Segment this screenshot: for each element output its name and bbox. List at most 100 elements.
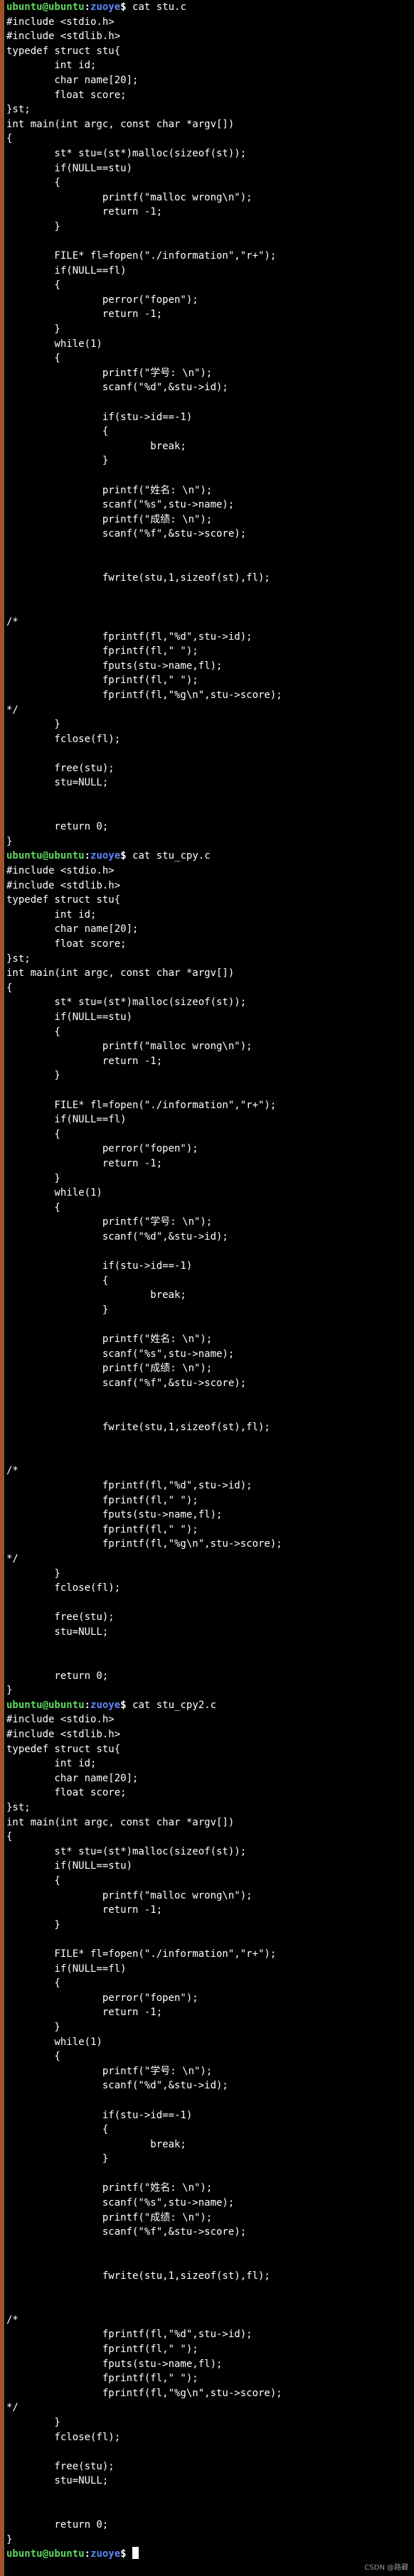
code-line: scanf("%s",stu->name); <box>6 1348 235 1360</box>
code-line: /* <box>6 2314 18 2326</box>
code-line: fwrite(stu,1,sizeof(st),fl); <box>6 2270 270 2282</box>
code-line: fprintf(fl,"%d",stu->id); <box>6 630 253 643</box>
code-line: } <box>6 220 60 232</box>
code-line: if(stu->id==-1) <box>6 1260 193 1272</box>
code-line: free(stu); <box>6 762 115 774</box>
code-line: fprintf(fl," "); <box>6 2344 198 2355</box>
code-line: */ <box>6 704 18 716</box>
code-line: int main(int argc, const char *argv[]) <box>6 1816 235 1828</box>
code-line: if(stu->id==-1) <box>6 2109 193 2121</box>
prompt-path: zuoye <box>90 1 121 13</box>
code-line: char name[20]; <box>6 74 139 86</box>
code-line: break; <box>6 1289 186 1302</box>
code-line: st* stu=(st*)malloc(sizeof(st)); <box>6 147 247 159</box>
code-line: printf("malloc wrong\n"); <box>6 1041 253 1053</box>
code-line: return 0; <box>6 2519 109 2531</box>
code-line: int main(int argc, const char *argv[]) <box>6 118 235 130</box>
code-line: printf("成绩: \n"); <box>6 513 213 525</box>
terminal-window[interactable]: ubuntu@ubuntu:zuoye$ cat stu.c #include <… <box>0 0 414 2576</box>
prompt-user-host: ubuntu@ubuntu <box>6 2548 85 2560</box>
code-line: */ <box>6 2402 18 2414</box>
code-line: char name[20]; <box>6 1772 139 1784</box>
code-line: return -1; <box>6 1055 163 1067</box>
prompt-user-host: ubuntu@ubuntu <box>6 1699 85 1711</box>
prompt-symbol: $ <box>120 2548 127 2560</box>
code-line: stu=NULL; <box>6 1626 109 1638</box>
code-line: #include <stdio.h> <box>6 1714 115 1726</box>
code-line: return -1; <box>6 2007 163 2019</box>
code-line: scanf("%f",&stu->score); <box>6 2226 247 2238</box>
code-line: { <box>6 1977 60 1990</box>
code-line: printf("姓名: \n"); <box>6 484 213 496</box>
code-line: } <box>6 2416 60 2428</box>
code-line: scanf("%d",&stu->id); <box>6 2080 228 2092</box>
prompt-separator: : <box>84 850 91 862</box>
code-line: if(NULL==stu) <box>6 162 133 174</box>
code-line: { <box>6 1274 109 1287</box>
prompt-user-host: ubuntu@ubuntu <box>6 850 85 862</box>
code-line: return -1; <box>6 1904 163 1916</box>
code-line: { <box>6 1128 60 1140</box>
code-line: typedef struct stu{ <box>6 1743 121 1755</box>
code-line: { <box>6 982 13 994</box>
code-line: return -1; <box>6 1157 163 1169</box>
code-line: scanf("%s",stu->name); <box>6 2197 235 2209</box>
code-line: #include <stdio.h> <box>6 865 115 877</box>
code-line: printf("学号: \n"); <box>6 367 213 379</box>
code-line: fclose(fl); <box>6 2431 121 2443</box>
code-line: /* <box>6 1465 18 1477</box>
code-line: fprintf(fl," "); <box>6 2373 198 2385</box>
code-line: */ <box>6 1552 18 1565</box>
prompt-path: zuoye <box>90 850 121 862</box>
code-line: } <box>6 719 60 731</box>
code-line: typedef struct stu{ <box>6 45 121 57</box>
code-line: { <box>6 1831 13 1843</box>
code-line: } <box>6 323 60 336</box>
prompt-symbol: $ <box>120 1 127 13</box>
code-line: { <box>6 1026 60 1038</box>
code-line: } <box>6 1685 13 1697</box>
prompt-line: ubuntu@ubuntu:zuoye$ cat stu_cpy2.c <box>6 1698 412 1713</box>
code-line: fputs(stu->name,fl); <box>6 1509 223 1521</box>
prompt-line: ubuntu@ubuntu:zuoye$ cat stu_cpy.c <box>6 849 412 864</box>
code-line: fprintf(fl,"%g\n",stu->score); <box>6 1538 282 1550</box>
prompt-line: ubuntu@ubuntu:zuoye$ cat stu.c <box>6 0 412 15</box>
code-line: } <box>6 1918 60 1931</box>
prompt-path: zuoye <box>90 1699 121 1711</box>
code-line: FILE* fl=fopen("./information","r+"); <box>6 1099 277 1111</box>
code-line: /* <box>6 616 18 628</box>
code-line: while(1) <box>6 338 102 350</box>
text-cursor[interactable] <box>132 2547 139 2560</box>
code-line: perror("fopen"); <box>6 1143 198 1155</box>
code-line: char name[20]; <box>6 923 139 935</box>
code-line: } <box>6 835 13 847</box>
code-line: { <box>6 426 109 438</box>
prompt-separator: : <box>84 1699 91 1711</box>
code-line: printf("姓名: \n"); <box>6 2182 213 2194</box>
code-line: fwrite(stu,1,sizeof(st),fl); <box>6 572 270 584</box>
code-line: fprintf(fl," "); <box>6 675 198 687</box>
code-line: int id; <box>6 60 97 72</box>
code-line: scanf("%s",stu->name); <box>6 499 235 511</box>
code-line: printf("成绩: \n"); <box>6 1363 213 1375</box>
code-line: fprintf(fl,"%d",stu->id); <box>6 1479 253 1491</box>
code-line: } <box>6 2153 109 2165</box>
code-line: { <box>6 1201 60 1213</box>
watermark-label: CSDN @路藏 <box>364 2564 408 2572</box>
code-line: float score; <box>6 1787 127 1799</box>
code-line: float score; <box>6 938 127 950</box>
code-line: }st; <box>6 104 31 116</box>
prompt-line: ubuntu@ubuntu:zuoye$ <box>6 2547 412 2562</box>
code-line: #include <stdlib.h> <box>6 879 121 891</box>
code-line: fclose(fl); <box>6 1582 121 1594</box>
